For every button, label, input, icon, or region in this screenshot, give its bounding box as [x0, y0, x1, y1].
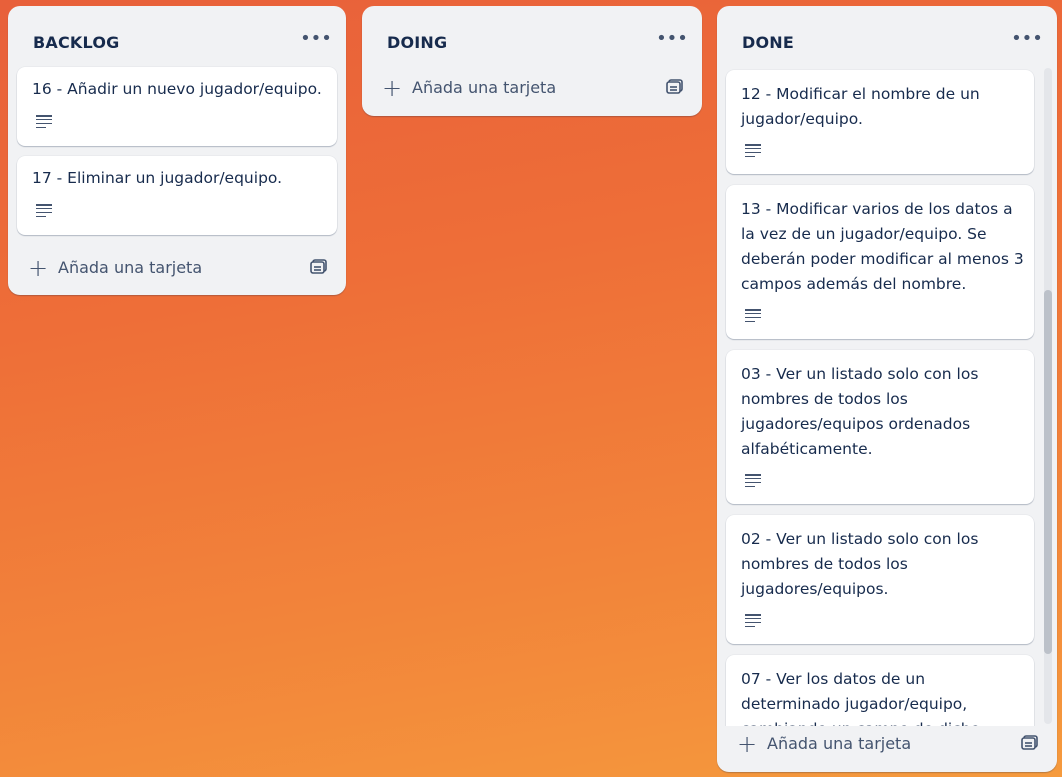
scrollbar-thumb[interactable]	[1044, 290, 1052, 654]
card[interactable]: 17 - Eliminar un jugador/equipo.	[17, 156, 337, 235]
add-card-label: Añada una tarjeta	[58, 258, 203, 277]
list-title[interactable]: DOING	[387, 33, 447, 52]
plus-icon: +	[737, 730, 758, 758]
description-icon	[745, 144, 761, 158]
list-done: DONE ••• 12 - Modificar el nombre de un …	[717, 6, 1057, 772]
description-icon	[745, 614, 761, 628]
card-title: 07 - Ver los datos de un determinado jug…	[741, 670, 980, 726]
description-icon	[36, 115, 52, 129]
card[interactable]: 02 - Ver un listado solo con los nombres…	[726, 515, 1034, 644]
list-doing: DOING ••• + Añada una tarjeta	[362, 6, 702, 116]
description-icon	[36, 204, 52, 218]
card-template-icon[interactable]	[1021, 735, 1039, 751]
list-header: DOING •••	[362, 6, 702, 66]
card[interactable]: 03 - Ver un listado solo con los nombres…	[726, 350, 1034, 504]
card-template-icon[interactable]	[666, 79, 684, 95]
card-title: 12 - Modificar el nombre de un jugador/e…	[741, 85, 980, 128]
add-card-button[interactable]: + Añada una tarjeta	[725, 726, 1049, 762]
card-title: 03 - Ver un listado solo con los nombres…	[741, 365, 979, 458]
list-menu-icon[interactable]: •••	[300, 23, 332, 55]
card-title: 02 - Ver un listado solo con los nombres…	[741, 530, 979, 598]
description-icon	[745, 474, 761, 488]
list-header: BACKLOG •••	[8, 6, 346, 66]
card-title: 17 - Eliminar un jugador/equipo.	[32, 169, 283, 187]
list-menu-icon[interactable]: •••	[1011, 23, 1043, 55]
plus-icon: +	[382, 74, 403, 102]
add-card-button[interactable]: + Añada una tarjeta	[16, 250, 338, 286]
list-header: DONE •••	[717, 6, 1057, 66]
card-template-icon[interactable]	[310, 259, 328, 275]
list-title[interactable]: BACKLOG	[33, 33, 119, 52]
list-backlog: BACKLOG ••• 16 - Añadir un nuevo jugador…	[8, 6, 346, 295]
description-icon	[745, 309, 761, 323]
add-card-label: Añada una tarjeta	[767, 734, 912, 753]
card-title: 16 - Añadir un nuevo jugador/equipo.	[32, 80, 322, 98]
plus-icon: +	[28, 254, 49, 282]
add-card-button[interactable]: + Añada una tarjeta	[370, 70, 694, 106]
done-cards-container: 12 - Modificar el nombre de un jugador/e…	[717, 68, 1043, 726]
list-menu-icon[interactable]: •••	[656, 23, 688, 55]
add-card-label: Añada una tarjeta	[412, 78, 557, 97]
card[interactable]: 07 - Ver los datos de un determinado jug…	[726, 655, 1034, 726]
scrollbar[interactable]	[1044, 68, 1052, 724]
card-title: 13 - Modificar varios de los datos a la …	[741, 200, 1024, 293]
card[interactable]: 13 - Modificar varios de los datos a la …	[726, 185, 1034, 339]
card[interactable]: 16 - Añadir un nuevo jugador/equipo.	[17, 67, 337, 146]
list-title[interactable]: DONE	[742, 33, 794, 52]
card[interactable]: 12 - Modificar el nombre de un jugador/e…	[726, 70, 1034, 174]
